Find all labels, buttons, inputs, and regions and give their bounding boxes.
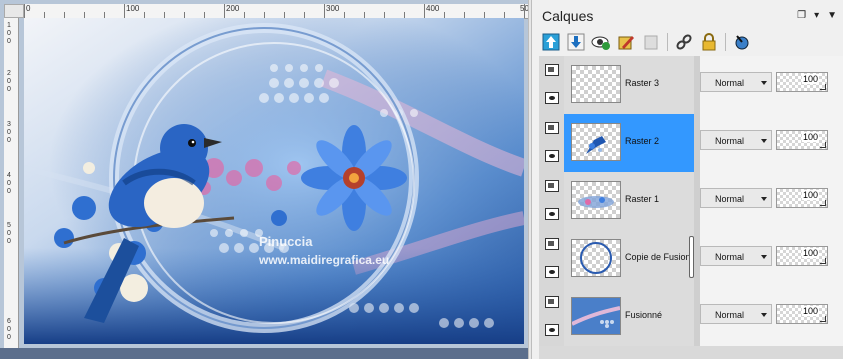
menu-arrow-icon[interactable]: ▾ [814,10,819,21]
layer-row[interactable]: Fusionné Normal 100 [539,288,843,346]
ruler-label: 0 [7,180,11,187]
layer-thumbnail [571,123,621,161]
dropdown-arrow-icon [761,255,767,259]
ruler-label: 6 [7,318,11,325]
ruler-label: 400 [426,4,440,13]
dropdown-arrow-icon [761,139,767,143]
ruler-label: 0 [7,137,11,144]
ruler-label: 0 [7,326,11,333]
opacity-field[interactable]: 100 [776,246,828,266]
layer-group-icon[interactable] [545,238,559,250]
layers-list: Raster 3 Normal 100 Raster 2 Normal 100 … [539,56,843,359]
ruler-label: 0 [7,38,11,45]
layer-name: Raster 3 [625,78,660,88]
edit-layer-icon[interactable] [615,31,637,53]
layer-thumbnail [571,181,621,219]
blend-mode-dropdown[interactable]: Normal [700,304,772,324]
ruler-label: 0 [26,4,31,13]
visibility-eye-icon[interactable] [545,324,559,336]
dropdown-arrow-icon [761,313,767,317]
layer-group-icon[interactable] [545,64,559,76]
ruler-label: 0 [7,129,11,136]
watermark-text: Pinuccia [259,234,313,249]
column-resize-handle[interactable] [689,236,694,278]
dropdown-arrow-icon [761,81,767,85]
horizontal-ruler: 0 100 200 300 400 500 [24,4,528,19]
blend-mode-dropdown[interactable]: Normal [700,246,772,266]
ruler-label: 0 [7,238,11,245]
blend-mode-dropdown[interactable]: Normal [700,72,772,92]
ruler-label: 200 [226,4,240,13]
layer-thumbnail [571,239,621,277]
visibility-eye-icon[interactable] [545,208,559,220]
panel-title: Calques [542,8,594,24]
new-vector-layer-icon[interactable] [565,31,587,53]
ruler-corner [4,4,24,18]
image-workspace: 0 100 200 300 400 500 1 0 0 2 0 0 3 0 0 … [0,0,528,359]
layer-group-icon[interactable] [545,180,559,192]
opacity-field[interactable]: 100 [776,72,828,92]
visibility-toggle-icon[interactable] [590,31,612,53]
ruler-label: 0 [7,230,11,237]
artwork-image: Pinuccia www.maidiregrafica.eu [24,18,524,344]
ruler-label: 5 [7,222,11,229]
blend-mode-dropdown[interactable]: Normal [700,188,772,208]
horizontal-scrollbar[interactable] [0,348,528,359]
restore-icon[interactable]: ❐ [797,10,806,21]
image-canvas[interactable]: Pinuccia www.maidiregrafica.eu [24,18,524,344]
ruler-label: 4 [7,172,11,179]
layers-toolbar [540,30,753,54]
layer-group-icon[interactable] [545,296,559,308]
dropdown-arrow-icon [761,197,767,201]
delete-layer-icon[interactable] [640,31,662,53]
visibility-eye-icon[interactable] [545,266,559,278]
lock-icon[interactable] [698,31,720,53]
layer-row-selected[interactable]: Raster 2 Normal 100 [539,114,843,172]
layer-thumbnail [571,297,621,335]
ruler-label: 0 [7,30,11,37]
opacity-field[interactable]: 100 [776,130,828,150]
new-raster-layer-icon[interactable] [540,31,562,53]
layer-group-icon[interactable] [545,122,559,134]
ruler-label: 0 [7,78,11,85]
visibility-eye-icon[interactable] [545,92,559,104]
pin-icon[interactable]: ▼ [827,10,837,21]
layer-name: Raster 1 [625,194,660,204]
layer-name: Copie de Fusionn [625,252,693,262]
watermark-url: www.maidiregrafica.eu [258,253,389,267]
ruler-label: 1 [7,22,11,29]
layer-row[interactable]: Raster 3 Normal 100 [539,56,843,114]
ruler-label: 3 [7,121,11,128]
properties-icon[interactable] [731,31,753,53]
ruler-label: 2 [7,70,11,77]
layer-thumbnail [571,65,621,103]
panel-controls: ❐ ▾ ▼ [797,10,837,21]
ruler-label: 100 [126,4,140,13]
opacity-field[interactable]: 100 [776,304,828,324]
opacity-field[interactable]: 100 [776,188,828,208]
ruler-label: 300 [326,4,340,13]
layers-panel: Calques ❐ ▾ ▼ Raster 3 Normal 100 Raster… [532,0,843,359]
layer-name: Raster 2 [625,136,660,146]
vertical-ruler: 1 0 0 2 0 0 3 0 0 4 0 0 5 0 0 6 0 0 [4,18,19,359]
layer-row[interactable]: Raster 1 Normal 100 [539,172,843,230]
link-icon[interactable] [673,31,695,53]
ruler-label: 0 [7,188,11,195]
ruler-label: 0 [7,334,11,341]
blend-mode-dropdown[interactable]: Normal [700,130,772,150]
visibility-eye-icon[interactable] [545,150,559,162]
layer-name: Fusionné [625,310,663,320]
ruler-label: 0 [7,86,11,93]
